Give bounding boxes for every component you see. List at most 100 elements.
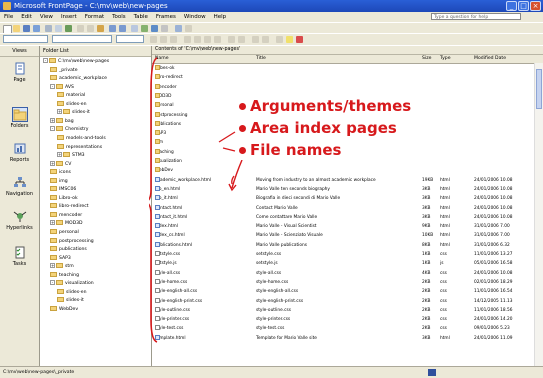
close-button[interactable]: × bbox=[530, 1, 541, 11]
folder-tree-item[interactable]: postprocessing bbox=[50, 237, 94, 246]
menu-table[interactable]: Table bbox=[130, 12, 152, 22]
publish-icon[interactable] bbox=[33, 25, 40, 32]
folder-tree-item[interactable]: - visualization bbox=[50, 280, 94, 288]
folder-tree-item[interactable]: personal bbox=[50, 229, 79, 237]
expand-collapse-icon[interactable]: - bbox=[43, 58, 48, 63]
folder-tree-item[interactable]: SAP3 bbox=[50, 254, 71, 263]
expand-collapse-icon[interactable]: + bbox=[50, 117, 55, 123]
folder-tree-item[interactable]: material bbox=[57, 92, 85, 100]
column-header-type[interactable]: Type bbox=[440, 55, 451, 63]
menu-view[interactable]: View bbox=[36, 12, 57, 22]
align-right-icon[interactable] bbox=[204, 36, 211, 43]
justify-icon[interactable] bbox=[214, 36, 221, 43]
folder-tree-item[interactable]: IMSC06 bbox=[50, 186, 76, 194]
menu-frames[interactable]: Frames bbox=[152, 12, 180, 22]
menu-window[interactable]: Window bbox=[180, 12, 210, 22]
column-header-modified-date[interactable]: Modified Date bbox=[474, 55, 506, 63]
folder-tree-item[interactable]: + stm bbox=[50, 263, 74, 271]
font-size-dropdown[interactable] bbox=[116, 35, 144, 43]
preview-icon[interactable] bbox=[55, 25, 62, 32]
folder-tree-item[interactable]: libro-redirect bbox=[50, 203, 89, 211]
folder-tree-item[interactable]: academic_workplace bbox=[50, 75, 107, 83]
folder-tree-item[interactable]: WebDev bbox=[50, 305, 78, 314]
folder-tree-item[interactable]: publications bbox=[50, 246, 87, 254]
view-reports[interactable]: Reports bbox=[0, 142, 39, 163]
folder-tree-item[interactable]: slides-it bbox=[57, 297, 84, 305]
help-question-box[interactable]: Type a question for help bbox=[431, 13, 521, 20]
expand-collapse-icon[interactable]: + bbox=[50, 263, 55, 269]
view-folders[interactable]: Folders bbox=[0, 107, 39, 129]
scrollbar-thumb[interactable] bbox=[536, 69, 542, 109]
menu-file[interactable]: File bbox=[0, 12, 17, 22]
help-icon[interactable] bbox=[185, 25, 192, 32]
folder-tree-item[interactable]: img bbox=[50, 177, 68, 186]
folder-tree-item[interactable]: Libro-ok bbox=[50, 194, 78, 203]
folder-tree-item[interactable]: + MOD3D bbox=[50, 220, 83, 228]
expand-collapse-icon[interactable]: - bbox=[50, 83, 55, 89]
folder-tree-item[interactable]: + slides-it bbox=[57, 109, 90, 117]
menu-insert[interactable]: Insert bbox=[57, 12, 81, 22]
highlight-icon[interactable] bbox=[286, 36, 293, 43]
align-center-icon[interactable] bbox=[194, 36, 201, 43]
folder-tree-item[interactable]: + STM3 bbox=[57, 152, 85, 160]
menu-edit[interactable]: Edit bbox=[17, 12, 36, 22]
column-header-size[interactable]: Size bbox=[422, 55, 431, 63]
maximize-button[interactable]: □ bbox=[518, 1, 529, 11]
expand-collapse-icon[interactable]: - bbox=[50, 126, 55, 132]
increase-indent-icon[interactable] bbox=[262, 36, 269, 43]
folder-tree-item[interactable]: slides-en bbox=[57, 288, 86, 297]
folder-tree-item[interactable]: + CV bbox=[50, 160, 71, 169]
font-color-icon[interactable] bbox=[296, 36, 303, 43]
folder-tree-item[interactable]: _private bbox=[50, 66, 78, 75]
expand-collapse-icon[interactable]: + bbox=[50, 160, 55, 166]
font-dropdown[interactable] bbox=[52, 35, 112, 43]
decrease-indent-icon[interactable] bbox=[252, 36, 259, 43]
expand-collapse-icon[interactable]: + bbox=[57, 109, 62, 115]
underline-icon[interactable] bbox=[170, 36, 177, 43]
folder-tree-item[interactable]: - Chemistry bbox=[50, 126, 89, 134]
folder-tree-item[interactable]: teaching bbox=[50, 271, 79, 280]
insert-hyperlink-icon[interactable] bbox=[151, 25, 158, 32]
folder-tree-item[interactable]: icons bbox=[50, 169, 71, 177]
save-icon[interactable] bbox=[23, 25, 30, 32]
show-all-icon[interactable] bbox=[175, 25, 182, 32]
folder-tree-item[interactable]: - AVS bbox=[50, 83, 74, 92]
bold-icon[interactable] bbox=[150, 36, 157, 43]
minimize-button[interactable]: _ bbox=[506, 1, 517, 11]
menu-format[interactable]: Format bbox=[81, 12, 108, 22]
paste-icon[interactable] bbox=[97, 25, 104, 32]
view-hyperlinks[interactable]: Hyperlinks bbox=[0, 210, 39, 231]
spelling-icon[interactable] bbox=[65, 25, 72, 32]
cut-icon[interactable] bbox=[77, 25, 84, 32]
print-icon[interactable] bbox=[45, 25, 52, 32]
open-folder-icon[interactable] bbox=[13, 25, 20, 32]
border-icon[interactable] bbox=[276, 36, 283, 43]
align-left-icon[interactable] bbox=[184, 36, 191, 43]
menu-tools[interactable]: Tools bbox=[108, 12, 130, 22]
style-dropdown[interactable] bbox=[3, 35, 48, 43]
view-navigation[interactable]: Navigation bbox=[0, 176, 39, 197]
folder-tree-item[interactable]: mencoder bbox=[50, 211, 82, 220]
view-page[interactable]: Page bbox=[0, 62, 39, 83]
italic-icon[interactable] bbox=[160, 36, 167, 43]
folder-tree-item[interactable]: slides-en bbox=[57, 100, 86, 109]
numbering-icon[interactable] bbox=[228, 36, 235, 43]
folder-tree-item[interactable]: + bag bbox=[50, 117, 74, 126]
vertical-scrollbar[interactable] bbox=[534, 63, 543, 366]
expand-collapse-icon[interactable]: + bbox=[57, 152, 62, 158]
folder-tree-item[interactable]: models-and-tools bbox=[57, 134, 106, 143]
menu-help[interactable]: Help bbox=[210, 12, 231, 22]
expand-collapse-icon[interactable]: - bbox=[50, 280, 55, 286]
expand-collapse-icon[interactable]: + bbox=[50, 220, 55, 226]
redo-icon[interactable] bbox=[119, 25, 126, 32]
insert-picture-icon[interactable] bbox=[141, 25, 148, 32]
copy-icon[interactable] bbox=[87, 25, 94, 32]
refresh-icon[interactable] bbox=[161, 25, 168, 32]
folder-tree-item[interactable]: representations bbox=[57, 143, 102, 152]
insert-table-icon[interactable] bbox=[131, 25, 138, 32]
bullets-icon[interactable] bbox=[238, 36, 245, 43]
undo-icon[interactable] bbox=[109, 25, 116, 32]
view-tasks[interactable]: Tasks bbox=[0, 246, 39, 267]
column-header-title[interactable]: Title bbox=[256, 55, 266, 63]
folder-tree-item[interactable]: - C:\mv\web\new-pages bbox=[43, 58, 109, 66]
